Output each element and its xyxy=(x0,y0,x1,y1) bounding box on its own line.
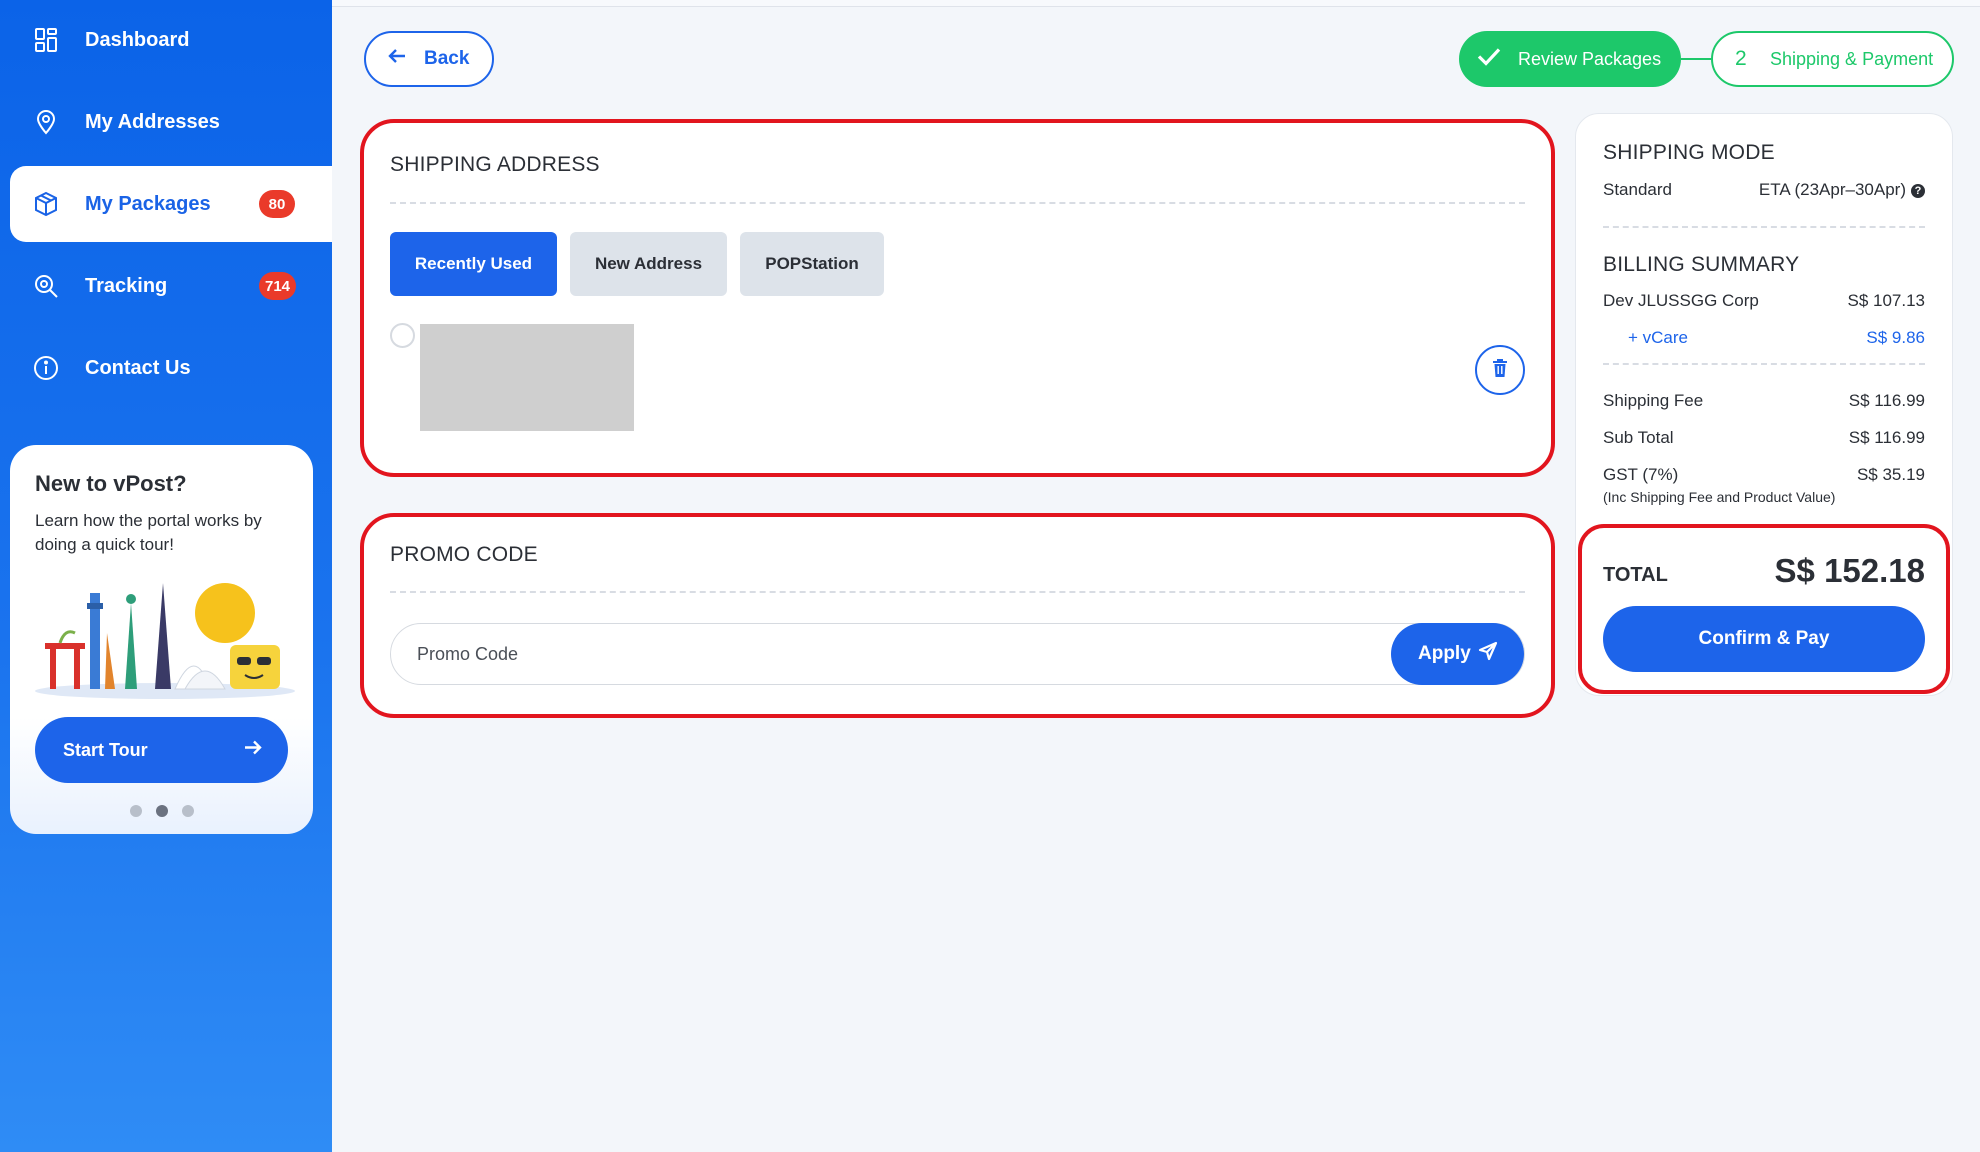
sidebar-item-my-packages[interactable]: My Packages 80 xyxy=(10,166,332,242)
apply-label: Apply xyxy=(1418,643,1471,664)
subtotal-label: Sub Total xyxy=(1603,428,1674,447)
sidebar-item-label: Tracking xyxy=(85,274,168,297)
step-shipping-payment[interactable]: 2 Shipping & Payment xyxy=(1711,31,1954,87)
shipping-fee-value: S$ 116.99 xyxy=(1848,391,1925,410)
trash-icon xyxy=(1492,358,1508,382)
check-icon xyxy=(1477,47,1501,72)
shipping-address-card: SHIPPING ADDRESS Recently Used New Addre… xyxy=(360,119,1555,477)
location-pin-icon xyxy=(32,108,60,136)
arrow-left-icon xyxy=(388,48,406,70)
redacted-address-block xyxy=(420,324,634,431)
step-number: 2 xyxy=(1735,47,1747,70)
total-section: TOTAL S$ 152.18 Confirm & Pay xyxy=(1578,524,1950,694)
package-icon xyxy=(32,190,60,218)
promo-code-title: PROMO CODE xyxy=(390,543,538,566)
subtotal-row: Sub Total S$ 116.99 xyxy=(1603,428,1925,448)
step-review-packages[interactable]: Review Packages xyxy=(1459,31,1681,87)
sidebar: Dashboard My Addresses My Packages 80 Tr… xyxy=(0,0,332,1152)
tracking-search-icon xyxy=(32,272,60,300)
confirm-pay-button[interactable]: Confirm & Pay xyxy=(1603,606,1925,672)
total-value: S$ 152.18 xyxy=(1774,552,1925,589)
divider xyxy=(390,591,1525,593)
sidebar-item-dashboard[interactable]: Dashboard xyxy=(10,2,332,78)
gst-row: GST (7%) S$ 35.19 xyxy=(1603,465,1925,485)
info-icon xyxy=(32,354,60,382)
tour-title: New to vPost? xyxy=(35,471,187,496)
carousel-dot[interactable] xyxy=(181,805,194,817)
arrow-right-icon xyxy=(244,740,262,761)
vcare-label: + vCare xyxy=(1628,328,1688,347)
sidebar-item-label: Dashboard xyxy=(85,28,190,51)
shipping-mode-title: SHIPPING MODE xyxy=(1603,141,1775,164)
shipping-fee-label: Shipping Fee xyxy=(1603,391,1704,410)
help-icon[interactable]: ? xyxy=(1911,183,1925,198)
gst-note: (Inc Shipping Fee and Product Value) xyxy=(1603,489,1836,505)
merchant-value: S$ 107.13 xyxy=(1847,291,1925,310)
tab-new-address[interactable]: New Address xyxy=(570,232,727,296)
tab-recently-used[interactable]: Recently Used xyxy=(390,232,557,296)
send-icon xyxy=(1478,641,1498,667)
sidebar-item-label: My Addresses xyxy=(85,110,220,133)
eta-value: ETA (23Apr–30Apr) xyxy=(1758,180,1906,199)
back-button[interactable]: Back xyxy=(364,31,494,87)
total-label: TOTAL xyxy=(1603,564,1668,586)
promo-code-field: Apply xyxy=(390,623,1525,685)
tab-popstation[interactable]: POPStation xyxy=(740,232,884,296)
subtotal-value: S$ 116.99 xyxy=(1848,428,1925,447)
divider xyxy=(1603,226,1925,228)
sidebar-item-tracking[interactable]: Tracking 714 xyxy=(10,248,332,324)
shipping-fee-row: Shipping Fee S$ 116.99 xyxy=(1603,391,1925,411)
carousel-dot-active[interactable] xyxy=(155,805,168,817)
promo-code-card: PROMO CODE Apply xyxy=(360,513,1555,718)
dashboard-icon xyxy=(32,26,60,54)
step-label: Shipping & Payment xyxy=(1770,48,1934,69)
divider xyxy=(390,202,1525,204)
vcare-row: + vCare S$ 9.86 xyxy=(1603,328,1925,348)
travel-landmarks-illustration xyxy=(35,573,295,703)
back-label: Back xyxy=(424,48,470,69)
start-tour-button[interactable]: Start Tour xyxy=(35,717,288,783)
address-tabs: Recently Used New Address POPStation xyxy=(390,232,884,296)
step-connector xyxy=(1681,58,1711,60)
sidebar-item-label: My Packages xyxy=(85,192,211,215)
carousel-dots xyxy=(10,805,313,817)
packages-count-badge: 80 xyxy=(259,190,295,218)
gst-value: S$ 35.19 xyxy=(1856,465,1925,484)
carousel-dot[interactable] xyxy=(129,805,142,817)
sidebar-item-my-addresses[interactable]: My Addresses xyxy=(10,84,332,160)
gst-label: GST (7%) xyxy=(1603,465,1679,484)
vcare-value: S$ 9.86 xyxy=(1866,328,1925,347)
billing-summary-title: BILLING SUMMARY xyxy=(1603,253,1800,276)
merchant-row: Dev JLUSSGG Corp S$ 107.13 xyxy=(1603,291,1925,311)
apply-promo-button[interactable]: Apply xyxy=(1391,623,1524,685)
top-bar xyxy=(332,0,1980,7)
shipping-address-title: SHIPPING ADDRESS xyxy=(390,153,600,176)
step-label: Review Packages xyxy=(1518,48,1662,69)
address-radio[interactable] xyxy=(390,323,415,348)
tour-card: New to vPost? Learn how the portal works… xyxy=(10,445,313,834)
sidebar-item-label: Contact Us xyxy=(85,356,191,379)
eta-text: ETA (23Apr–30Apr)? xyxy=(1759,180,1925,200)
promo-code-input[interactable] xyxy=(391,624,1371,684)
divider xyxy=(1603,363,1925,365)
shipping-mode-row: Standard ETA (23Apr–30Apr)? xyxy=(1603,180,1925,200)
start-tour-label: Start Tour xyxy=(63,739,148,760)
tracking-count-badge: 714 xyxy=(259,272,297,300)
shipping-mode-value: Standard xyxy=(1603,180,1672,199)
merchant-label: Dev JLUSSGG Corp xyxy=(1603,291,1759,310)
delete-address-button[interactable] xyxy=(1475,345,1525,395)
sidebar-item-contact-us[interactable]: Contact Us xyxy=(10,330,332,406)
tour-description: Learn how the portal works by doing a qu… xyxy=(35,511,262,554)
